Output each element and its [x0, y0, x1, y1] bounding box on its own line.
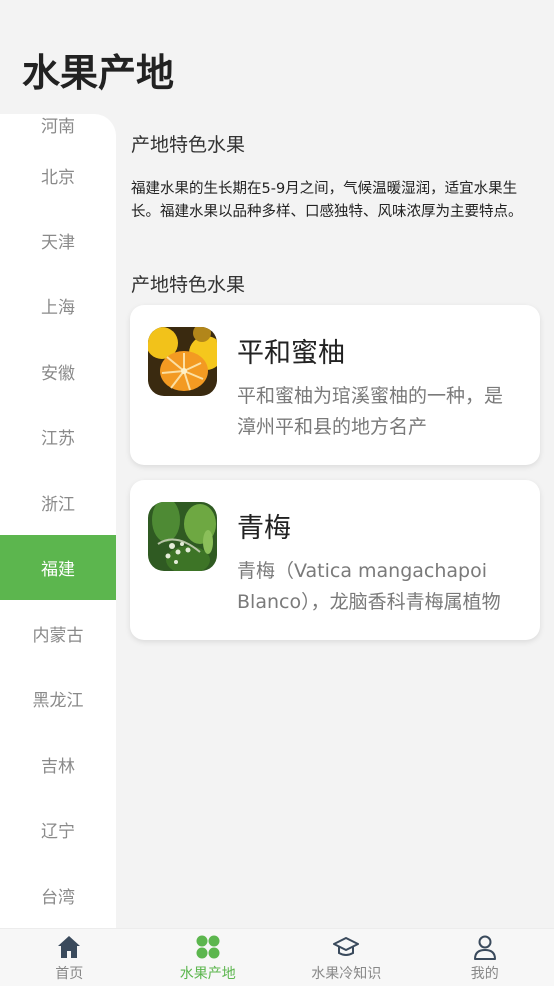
fruit-summary: 青梅（Vatica mangachapoi Blanco），龙脑香科青梅属植物	[237, 560, 501, 613]
fruit-name: 平和蜜柚	[237, 338, 345, 369]
sidebar-item-taiwan[interactable]: 台湾	[0, 863, 116, 928]
fruit-name: 青梅	[237, 513, 291, 544]
nav-home-label: 首页	[55, 966, 84, 982]
nav-fruit-trivia[interactable]: 水果冷知识	[277, 929, 416, 986]
sidebar-item-liaoning[interactable]: 辽宁	[0, 797, 116, 862]
intro-heading: 产地特色水果	[131, 134, 246, 156]
qingmei-image	[148, 502, 217, 571]
sidebar-item-zhejiang[interactable]: 浙江	[0, 470, 116, 535]
fruit-summary: 平和蜜柚为琯溪蜜柚的一种，是漳州平和县的地方名产	[237, 385, 504, 438]
nav-fruit-trivia-label: 水果冷知识	[311, 966, 382, 982]
intro-text: 福建水果的生长期在5-9月之间，气候温暖湿润，适宜水果生长。福建水果以品种多样、…	[131, 181, 523, 220]
sidebar-item-fujian[interactable]: 福建	[0, 535, 116, 600]
sidebar-item-beijing[interactable]: 北京	[0, 143, 116, 208]
sidebar-item-jilin[interactable]: 吉林	[0, 732, 116, 797]
sidebar-item-shanghai[interactable]: 上海	[0, 273, 116, 338]
sidebar-item-heilongjiang[interactable]: 黑龙江	[0, 666, 116, 731]
sidebar-item-neimenggu[interactable]: 内蒙古	[0, 601, 116, 666]
sidebar-item-jiangsu[interactable]: 江苏	[0, 404, 116, 469]
pomelo-image	[148, 327, 217, 396]
fruit-card[interactable]: 青梅 青梅（Vatica mangachapoi Blanco），龙脑香科青梅属…	[130, 480, 540, 640]
nav-profile[interactable]: 我的	[416, 929, 554, 986]
nav-home[interactable]: 首页	[0, 929, 139, 986]
nav-fruit-origin[interactable]: 水果产地	[139, 929, 278, 986]
province-sidebar[interactable]: 河南 北京 天津 上海 安徽 江苏 浙江 福建 内蒙古 黑龙江 吉林 辽宁 台湾	[0, 114, 116, 928]
bottom-navigation: 首页 水果产地 水果冷知识 我的	[0, 928, 554, 986]
nav-profile-label: 我的	[470, 966, 499, 982]
graduation-cap-icon	[333, 937, 360, 956]
nav-fruit-origin-label: 水果产地	[179, 966, 236, 982]
sidebar-item-anhui[interactable]: 安徽	[0, 339, 116, 404]
page-title: 水果产地	[22, 51, 175, 95]
user-icon	[473, 935, 496, 960]
fruit-list-heading: 产地特色水果	[131, 274, 246, 296]
grid-icon	[196, 935, 220, 959]
home-icon	[58, 936, 81, 958]
sidebar-item-tianjin[interactable]: 天津	[0, 208, 116, 273]
fruit-card[interactable]: 平和蜜柚 平和蜜柚为琯溪蜜柚的一种，是漳州平和县的地方名产	[130, 305, 540, 465]
